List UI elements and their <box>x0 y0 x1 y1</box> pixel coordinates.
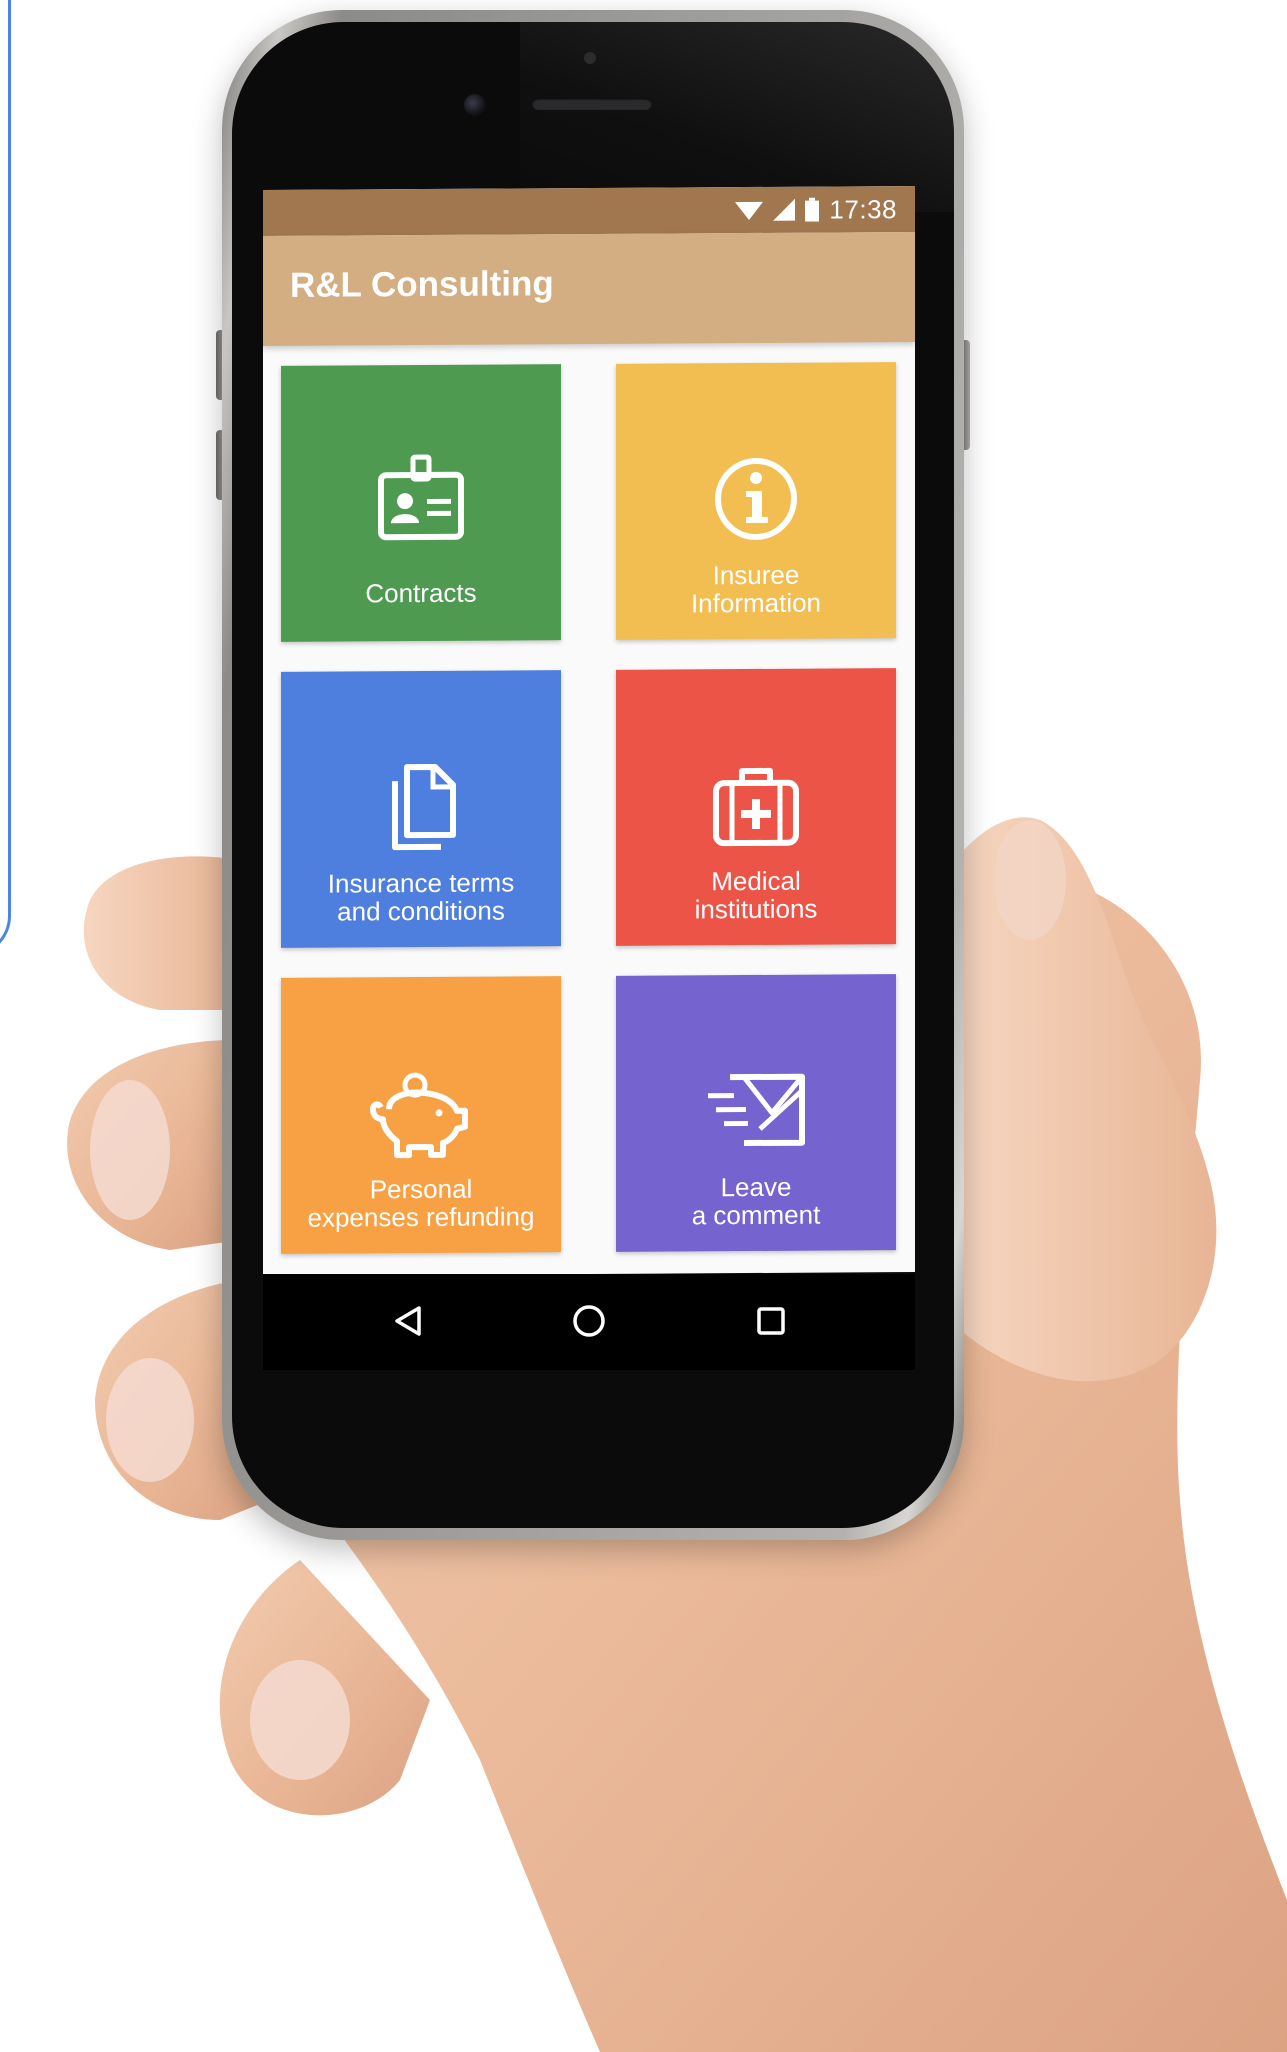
tile-label-line1: Insuree <box>712 559 800 591</box>
battery-icon <box>805 197 820 222</box>
android-nav-bar <box>263 1274 915 1370</box>
tile-icon-wrap <box>616 756 896 854</box>
tile-icon-wrap <box>281 1064 561 1162</box>
tile-icon-wrap <box>281 758 561 856</box>
tile-label-line1: Medical <box>711 865 801 897</box>
proximity-sensor <box>584 52 596 64</box>
tile-contracts[interactable]: Contracts <box>281 364 561 642</box>
tile-label: Insuree Information <box>622 559 890 619</box>
front-camera <box>464 94 486 116</box>
signal-icon <box>773 198 796 221</box>
status-icons: 17:38 <box>735 194 897 225</box>
documents-icon <box>392 763 456 851</box>
tile-medical-institutions[interactable]: Medical institutions <box>616 668 896 946</box>
tile-label-line2: institutions <box>694 893 818 925</box>
tile-icon-wrap <box>616 450 896 548</box>
tile-label: Medical institutions <box>622 865 890 925</box>
back-button[interactable] <box>385 1298 431 1344</box>
tile-label: Personal expenses refunding <box>287 1173 555 1233</box>
tile-label-line2: Information <box>690 587 822 619</box>
recents-icon <box>757 1307 785 1335</box>
tile-label: Insurance terms and conditions <box>287 867 555 927</box>
id-badge-icon <box>378 454 464 541</box>
status-time: 17:38 <box>829 193 897 225</box>
tile-label-line1: Contracts <box>365 577 477 609</box>
home-icon <box>573 1305 605 1337</box>
scene: 17:38 R&L Consulting Contracts Insuree I… <box>0 0 1287 2052</box>
tile-label: Leave a comment <box>622 1171 890 1231</box>
recents-button[interactable] <box>748 1298 794 1344</box>
tile-label-line1: Insurance terms <box>327 867 515 899</box>
tile-label-line2: and conditions <box>337 895 505 927</box>
tile-label-line1: Leave <box>720 1171 792 1203</box>
tile-personal-expenses-refunding[interactable]: Personal expenses refunding <box>281 976 561 1254</box>
earpiece-speaker <box>532 98 652 110</box>
back-icon <box>395 1306 421 1336</box>
app-title: R&L Consulting <box>290 264 554 305</box>
tile-label-line1: Personal <box>369 1173 473 1205</box>
tile-label-line2: expenses refunding <box>307 1201 535 1233</box>
tile-label-line2: a comment <box>691 1199 821 1231</box>
status-bar: 17:38 <box>263 186 915 236</box>
tile-insurance-terms[interactable]: Insurance terms and conditions <box>281 670 561 948</box>
info-icon <box>715 457 797 540</box>
home-button[interactable] <box>566 1298 612 1344</box>
app-bar: R&L Consulting <box>263 232 915 346</box>
tile-label: Contracts <box>287 577 555 609</box>
tile-icon-wrap <box>616 1062 896 1160</box>
piggy-bank-icon <box>370 1072 468 1159</box>
glass-reflection <box>520 22 954 212</box>
first-aid-kit-icon <box>713 767 799 847</box>
wifi-icon <box>735 201 764 221</box>
tile-leave-a-comment[interactable]: Leave a comment <box>616 974 896 1252</box>
send-message-icon <box>708 1073 805 1147</box>
tile-icon-wrap <box>281 452 561 550</box>
tile-insuree-information[interactable]: Insuree Information <box>616 362 896 640</box>
app-screen: 17:38 R&L Consulting Contracts Insuree I… <box>263 186 915 1276</box>
